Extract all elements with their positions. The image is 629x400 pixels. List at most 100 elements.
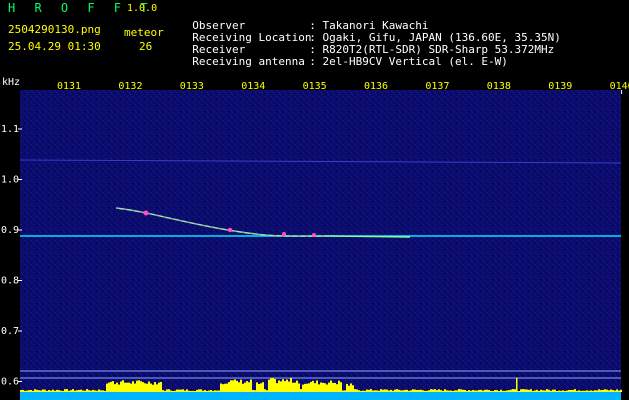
noise-level-bar [72,389,74,392]
noise-level-bar [132,381,134,392]
noise-level-bar [114,384,116,392]
noise-level-bar [530,389,532,392]
noise-level-bar [346,383,348,392]
noise-level-bar [260,383,262,392]
noise-level-bar [344,390,346,392]
noise-level-bar [96,390,98,392]
noise-level-bar [120,381,122,392]
noise-level-bar [180,389,182,392]
noise-level-bar [224,383,226,392]
noise-level-bar [298,383,300,392]
noise-level-bar [302,384,304,392]
noise-level-bar [92,389,94,392]
noise-level-bar [500,389,502,392]
noise-level-bar [612,390,614,392]
noise-level-bar [422,390,424,392]
noise-level-bar [54,390,56,392]
noise-level-bar [258,384,260,392]
noise-level-bar [270,378,272,392]
noise-level-bar [594,390,596,392]
meteor-count: 26 [139,40,153,53]
noise-level-bar [536,389,538,392]
y-tick-label: 0.7 [1,326,19,337]
noise-level-bar [374,390,376,392]
noise-level-bar [238,382,240,392]
noise-level-bar [138,380,140,392]
noise-level-bar [310,381,312,392]
noise-level-bar [28,390,30,392]
info-label: Receiving antenna [192,55,305,68]
noise-level-bar [320,382,322,392]
noise-level-bar [308,383,310,392]
noise-level-bar [106,383,108,392]
noise-level-bar [610,389,612,392]
noise-level-bar [290,378,292,392]
noise-level-bar [140,381,142,392]
noise-level-bar [520,389,522,392]
noise-level-bar [478,389,480,392]
info-value: : 2el-HB9CV Vertical (el. E-W) [309,55,508,68]
noise-level-bar [244,382,246,392]
noise-level-bar [460,389,462,392]
noise-level-bar [392,390,394,392]
noise-level-bar [178,389,180,392]
noise-level-bar [330,380,332,392]
noise-level-bar [40,390,42,392]
noise-level-bar [342,390,344,392]
noise-level-bar [384,389,386,392]
noise-level-bar [250,379,252,392]
noise-level-bar [112,381,114,392]
noise-level-bar [512,389,514,392]
noise-level-bar [148,381,150,392]
noise-level-bar [606,389,608,392]
noise-level-bar [218,390,220,392]
noise-level-bar [276,383,278,392]
noise-level-bar [436,390,438,392]
noise-level-bar [116,382,118,392]
noise-level-bar [410,390,412,392]
noise-level-bar [446,390,448,392]
noise-level-bar [274,378,276,392]
noise-level-bar [502,390,504,392]
noise-level-bar [544,390,546,392]
noise-level-bar [262,382,264,392]
noise-level-bar [524,389,526,392]
noise-level-bar [56,389,58,392]
noise-level-bar [556,390,558,392]
echo-hotspot [312,233,316,237]
noise-level-bar [226,383,228,392]
noise-level-bar [534,390,536,392]
noise-level-bar [118,384,120,392]
noise-level-bar [428,390,430,392]
noise-level-bar [570,389,572,392]
noise-level-bar [46,390,48,392]
noise-level-bar [182,389,184,392]
noise-level-bar [340,382,342,392]
noise-level-bar [412,389,414,392]
noise-level-bar [354,389,356,392]
noise-level-bar [314,383,316,392]
noise-level-bar [476,390,478,392]
noise-level-bar [604,389,606,392]
noise-level-bar [236,380,238,392]
noise-level-bar [328,382,330,392]
noise-level-bar [486,389,488,392]
noise-level-bar [202,390,204,392]
noise-level-bar [188,390,190,392]
y-axis-ticks: 1.1 1.0 0.9 0.8 0.7 0.6 [1,124,22,388]
noise-level-bar [152,384,154,392]
noise-level-bar [304,383,306,392]
noise-level-bar [142,382,144,392]
noise-level-bar [528,389,530,392]
noise-level-bar [76,390,78,392]
noise-level-bar [574,389,576,392]
noise-level-bar [618,390,620,392]
noise-level-bar [206,390,208,392]
noise-level-bar [586,390,588,392]
spectrogram-plot: kHz 0131 0132 0133 0134 0135 0136 0137 0138 0139… [1,77,629,400]
noise-level-bar [162,390,164,392]
noise-level-bar [122,380,124,392]
noise-level-bar [426,390,428,392]
noise-level-bar [36,389,38,392]
noise-level-bar [566,390,568,392]
